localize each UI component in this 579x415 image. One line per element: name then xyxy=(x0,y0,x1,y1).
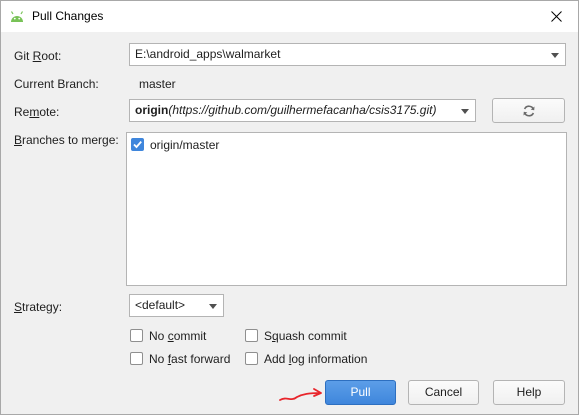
no-fast-forward-checkbox[interactable] xyxy=(130,352,143,365)
checkmark-icon xyxy=(133,141,142,149)
strategy-select[interactable]: <default> xyxy=(129,294,224,317)
chevron-down-icon xyxy=(551,53,559,58)
remote-label: Remote: xyxy=(14,105,60,119)
pull-button[interactable]: Pull xyxy=(325,380,396,405)
branch-checkbox[interactable] xyxy=(131,138,144,151)
title-bar: Pull Changes xyxy=(1,1,578,32)
chevron-down-icon xyxy=(209,304,217,309)
no-commit-label: No commit xyxy=(149,329,207,343)
git-root-select[interactable]: E:\android_apps\walmarket xyxy=(129,43,566,66)
add-log-information-label: Add log information xyxy=(264,352,368,366)
refresh-icon xyxy=(523,105,534,117)
chevron-down-icon xyxy=(461,109,469,114)
branches-list[interactable]: origin/master xyxy=(126,132,567,286)
branches-label: Branches to merge: xyxy=(14,133,119,147)
refresh-remotes-button[interactable] xyxy=(492,98,565,123)
no-commit-checkbox[interactable] xyxy=(130,329,143,342)
annotation-arrow-icon xyxy=(279,388,322,401)
help-button[interactable]: Help xyxy=(493,380,565,405)
android-icon xyxy=(10,11,24,22)
strategy-label: Strategy: xyxy=(14,300,63,314)
git-root-label: Git Root: xyxy=(14,49,62,63)
branch-label: origin/master xyxy=(150,138,220,152)
no-fast-forward-label: No fast forward xyxy=(149,352,231,366)
git-root-value: E:\android_apps\walmarket xyxy=(135,47,281,61)
remote-select[interactable]: origin(https://github.com/guilhermefacan… xyxy=(129,99,476,122)
close-icon xyxy=(550,11,562,22)
current-branch-label: Current Branch: xyxy=(14,77,99,91)
squash-commit-label: Squash commit xyxy=(264,329,347,343)
strategy-value: <default> xyxy=(135,298,186,312)
cancel-button[interactable]: Cancel xyxy=(408,380,479,405)
pull-changes-dialog: Pull Changes Git Root: E:\android_apps\w… xyxy=(0,0,579,415)
remote-url: (https://github.com/guilhermefacanha/csi… xyxy=(168,103,437,117)
squash-commit-checkbox[interactable] xyxy=(245,329,258,342)
window-title: Pull Changes xyxy=(32,9,104,23)
remote-name: origin xyxy=(135,103,169,117)
add-log-information-checkbox[interactable] xyxy=(245,352,258,365)
current-branch-value: master xyxy=(139,77,176,91)
close-button[interactable] xyxy=(534,1,578,32)
